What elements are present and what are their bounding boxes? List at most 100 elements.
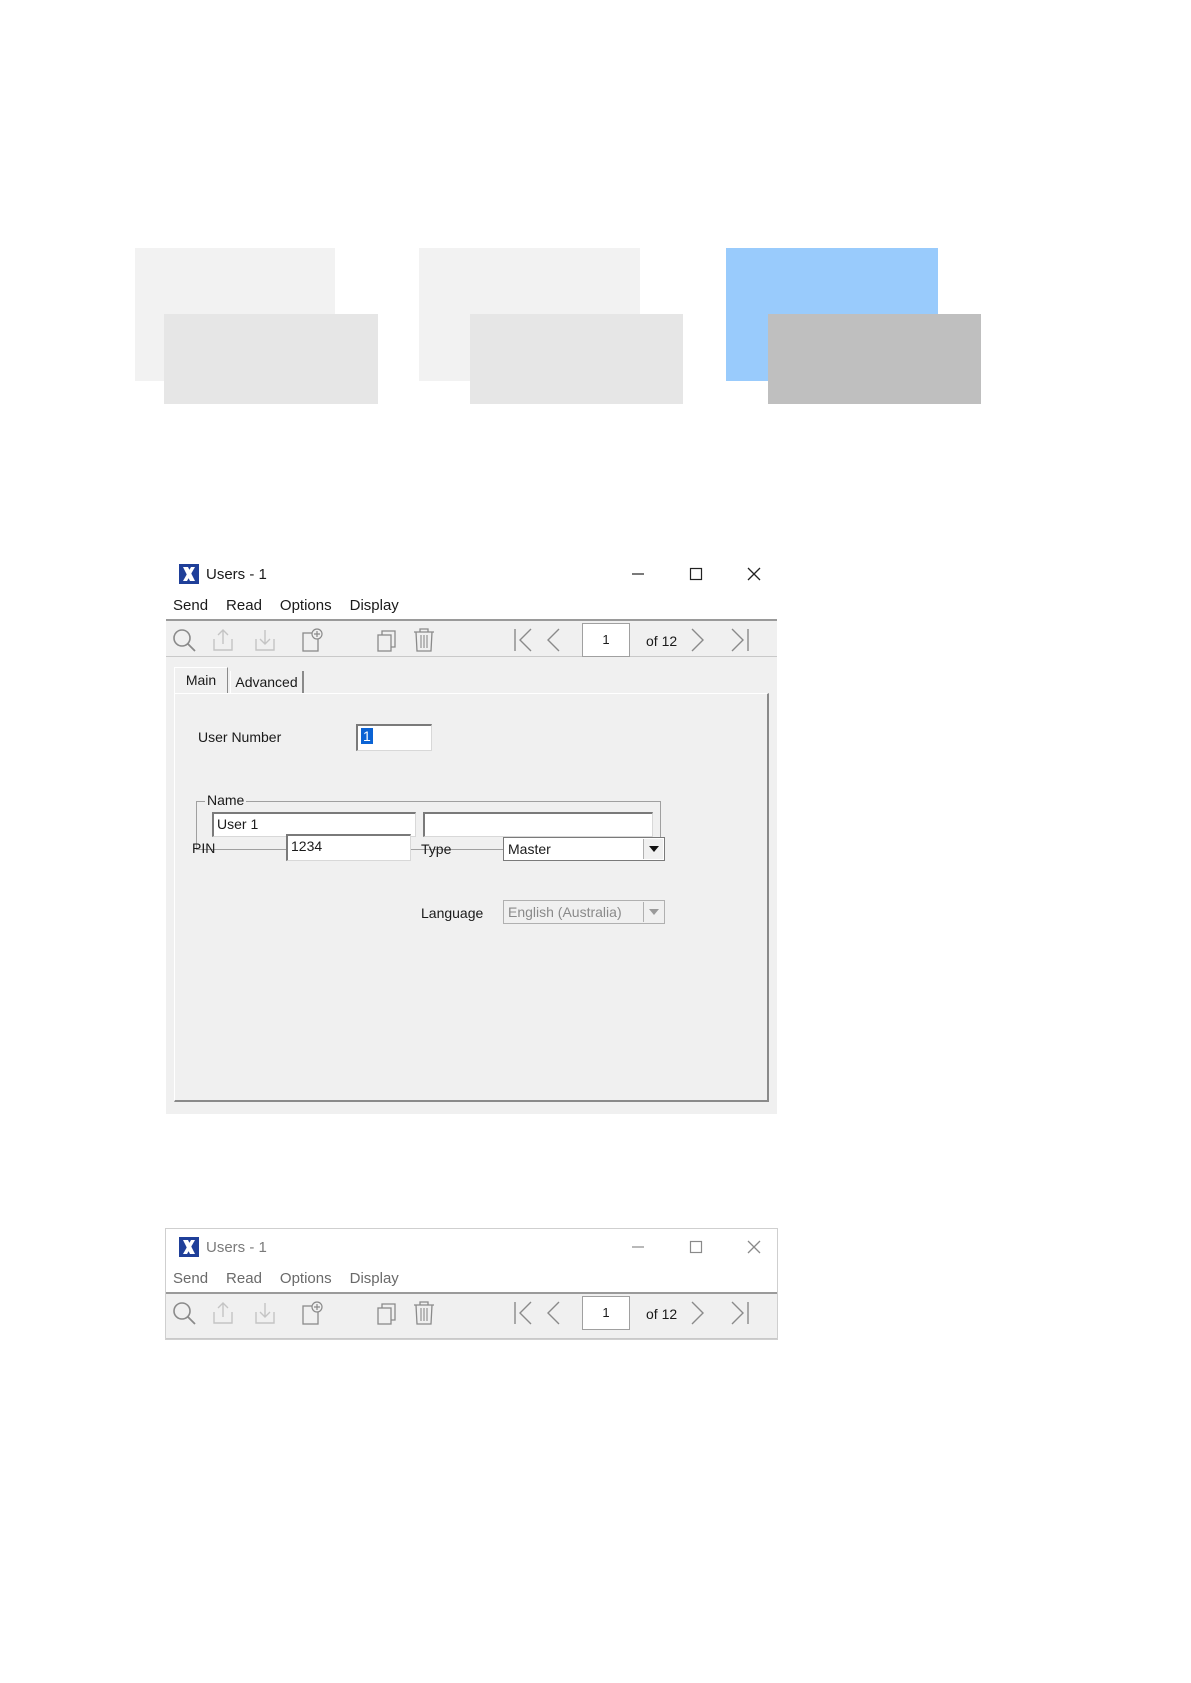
app-icon <box>179 1237 199 1257</box>
minimize-button[interactable] <box>623 1235 653 1259</box>
menu-read[interactable]: Read <box>226 597 262 614</box>
trash-icon <box>414 628 434 652</box>
send-icon <box>213 1302 233 1324</box>
maximize-icon <box>689 1240 703 1254</box>
window-title-inactive: Users - 1 <box>206 1239 267 1256</box>
menu-bar-inactive: Send Read Options Display <box>166 1265 777 1291</box>
users-window-inactive: Users - 1 Send Read Options Display 1 of… <box>165 1228 778 1340</box>
next-page-icon <box>691 1301 704 1325</box>
minimize-icon <box>632 1246 644 1248</box>
search-icon <box>173 1302 196 1325</box>
form-area: Advanced Main User Number 1 Name User 1 … <box>166 657 777 1114</box>
read-icon <box>255 630 275 651</box>
type-select[interactable]: Master <box>503 837 665 861</box>
send-button[interactable] <box>210 1300 236 1326</box>
search-button[interactable] <box>171 1300 197 1326</box>
read-icon <box>255 1303 275 1324</box>
prev-page-icon <box>547 628 560 652</box>
chevron-down-icon <box>648 846 659 852</box>
last-page-icon <box>731 628 749 652</box>
close-icon <box>747 1240 761 1254</box>
user-number-value: 1 <box>361 728 373 744</box>
trash-icon <box>414 1301 434 1325</box>
first-page-button[interactable] <box>511 627 537 653</box>
next-page-button[interactable] <box>684 1300 710 1326</box>
copy-icon <box>377 1303 396 1325</box>
delete-button[interactable] <box>411 627 437 653</box>
page-count-label: of 12 <box>646 633 678 649</box>
tab-advanced[interactable]: Advanced <box>230 671 304 693</box>
user-number-label: User Number <box>198 729 282 745</box>
menu-options[interactable]: Options <box>280 597 332 614</box>
next-page-icon <box>691 628 704 652</box>
user-number-field[interactable]: 1 <box>356 724 432 751</box>
type-label: Type <box>421 841 452 857</box>
search-icon <box>173 629 196 652</box>
first-page-icon <box>514 1301 532 1325</box>
pin-label: PIN <box>192 840 216 856</box>
language-select: English (Australia) <box>503 900 665 924</box>
language-select-value: English (Australia) <box>508 904 622 920</box>
last-page-button[interactable] <box>726 627 752 653</box>
menu-options[interactable]: Options <box>280 1270 332 1287</box>
first-page-button[interactable] <box>511 1300 537 1326</box>
read-button[interactable] <box>252 627 278 653</box>
maximize-button[interactable] <box>681 1235 711 1259</box>
last-name-field[interactable] <box>423 812 653 837</box>
delete-button[interactable] <box>411 1300 437 1326</box>
new-record-icon <box>302 1301 323 1325</box>
decor-block-2-front <box>470 314 683 404</box>
maximize-icon <box>689 567 703 581</box>
copy-icon <box>377 630 396 652</box>
title-bar-inactive[interactable]: Users - 1 <box>166 1229 777 1265</box>
send-button[interactable] <box>210 627 236 653</box>
menu-display[interactable]: Display <box>350 1270 399 1287</box>
page-count-label: of 12 <box>646 1306 678 1322</box>
language-dropdown-button <box>643 902 663 922</box>
next-page-button[interactable] <box>684 627 710 653</box>
prev-page-icon <box>547 1301 560 1325</box>
language-label: Language <box>421 905 484 921</box>
title-bar[interactable]: Users - 1 <box>166 556 777 592</box>
menu-send[interactable]: Send <box>173 1270 208 1287</box>
new-record-button[interactable] <box>299 627 325 653</box>
menu-bar: Send Read Options Display <box>166 592 777 618</box>
last-page-button[interactable] <box>726 1300 752 1326</box>
decor-block-1-front <box>164 314 378 404</box>
close-icon <box>747 567 761 581</box>
send-icon <box>213 629 233 651</box>
prev-page-button[interactable] <box>541 1300 567 1326</box>
window-title: Users - 1 <box>206 566 267 583</box>
last-page-icon <box>731 1301 749 1325</box>
toolbar: 1 of 12 <box>166 619 777 657</box>
users-window: Users - 1 Send Read Options Display 1 of… <box>166 556 777 1114</box>
decor-block-3-front <box>768 314 981 404</box>
search-button[interactable] <box>171 627 197 653</box>
new-record-button[interactable] <box>299 1300 325 1326</box>
new-record-icon <box>302 628 323 652</box>
minimize-button[interactable] <box>623 562 653 586</box>
read-button[interactable] <box>252 1300 278 1326</box>
close-button[interactable] <box>739 1235 769 1259</box>
menu-read[interactable]: Read <box>226 1270 262 1287</box>
page-number-input[interactable]: 1 <box>582 1296 630 1330</box>
chevron-down-icon <box>648 909 659 915</box>
prev-page-button[interactable] <box>541 627 567 653</box>
copy-button[interactable] <box>374 1300 400 1326</box>
close-button[interactable] <box>739 562 769 586</box>
menu-send[interactable]: Send <box>173 597 208 614</box>
name-group-label: Name <box>205 792 247 808</box>
app-icon <box>179 564 199 584</box>
minimize-icon <box>632 573 644 575</box>
page-number-input[interactable]: 1 <box>582 623 630 657</box>
maximize-button[interactable] <box>681 562 711 586</box>
pin-field[interactable]: 1234 <box>286 834 411 861</box>
tab-panel-main: User Number 1 Name User 1 PIN 1234 Type … <box>174 693 769 1102</box>
first-page-icon <box>514 628 532 652</box>
toolbar-inactive: 1 of 12 <box>166 1292 777 1339</box>
menu-display[interactable]: Display <box>350 597 399 614</box>
type-select-value: Master <box>508 841 551 857</box>
copy-button[interactable] <box>374 627 400 653</box>
tab-main[interactable]: Main <box>174 667 228 693</box>
type-dropdown-button[interactable] <box>643 839 663 859</box>
